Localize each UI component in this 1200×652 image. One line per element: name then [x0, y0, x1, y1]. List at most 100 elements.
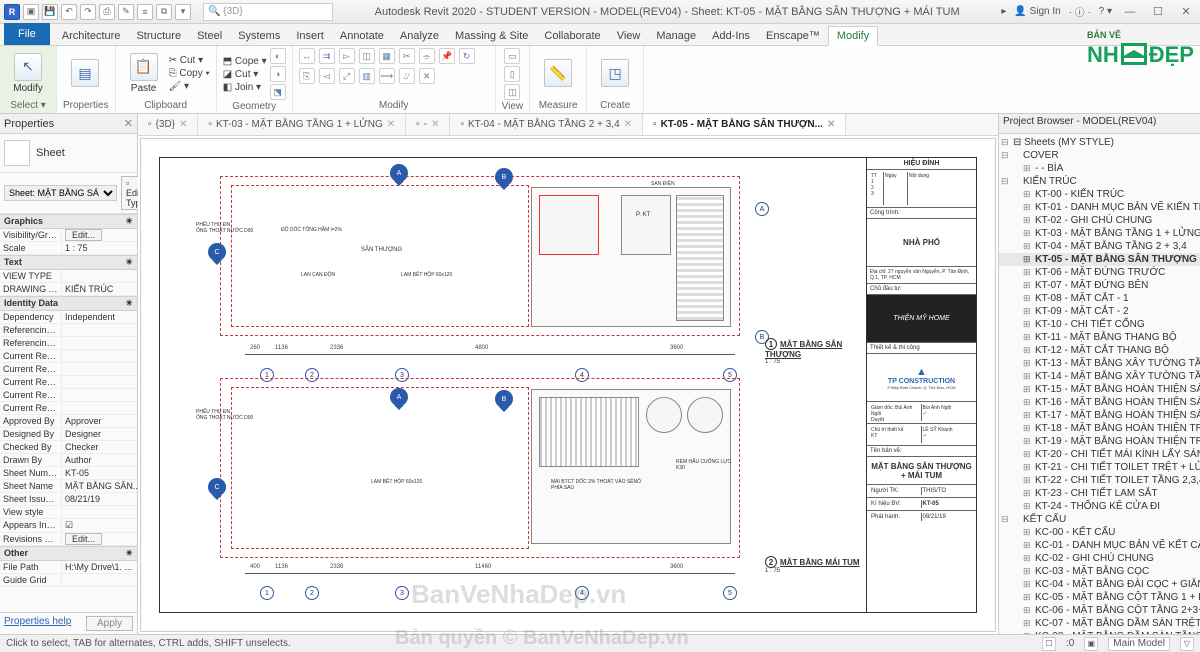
split2-icon[interactable]: ⌰ — [399, 68, 415, 84]
tree-root[interactable]: ⊟ Sheets (MY STYLE) — [999, 136, 1200, 149]
view-tab[interactable]: ▫{3D}✕ — [138, 114, 198, 135]
property-row[interactable]: Current Revisio... — [0, 363, 137, 376]
help-dropdown[interactable]: ? ▾ — [1099, 6, 1112, 17]
tree-sheet[interactable]: KT-24 - THỐNG KÊ CỬA ĐI — [999, 500, 1200, 513]
minimize-button[interactable]: — — [1120, 6, 1140, 18]
section-marker[interactable]: A — [390, 164, 408, 182]
tree-sheet[interactable]: KT-05 - MẶT BẰNG SÂN THƯỢNG + MÁI TUM — [999, 253, 1200, 266]
tree-sheet[interactable]: KT-23 - CHI TIẾT LAM SẮT — [999, 487, 1200, 500]
tree-sheet[interactable]: KC-04 - MẶT BẰNG ĐÀI CỌC + GIẰNG MÓNG — [999, 578, 1200, 591]
ribbon-tab-modify[interactable]: Modify — [828, 26, 878, 46]
array-icon[interactable]: ▦ — [379, 48, 395, 64]
property-row[interactable]: Designed ByDesigner — [0, 428, 137, 441]
join-button[interactable]: ◧ Join ▾ — [223, 82, 267, 93]
view-tab[interactable]: ▫KT-03 - MẶT BẰNG TẦNG 1 + LỬNG✕ — [198, 114, 406, 135]
copy-button[interactable]: ⎘ Copy ▾ — [169, 68, 210, 79]
tree-sheet[interactable]: KC-02 - GHI CHÚ CHUNG — [999, 552, 1200, 565]
revit-icon[interactable]: R — [4, 4, 20, 20]
mirror-icon[interactable]: ▻ — [339, 48, 355, 64]
ribbon-tab-analyze[interactable]: Analyze — [392, 27, 447, 45]
print-icon[interactable]: ⎙ — [99, 4, 115, 20]
redo-icon[interactable]: ↷ — [80, 4, 96, 20]
ribbon-tab-annotate[interactable]: Annotate — [332, 27, 392, 45]
property-row[interactable]: VIEW TYPE — [0, 270, 137, 283]
type-selector[interactable]: Sheet: MẶT BẰNG SÁ — [4, 185, 117, 201]
browser-tree[interactable]: ⊟ Sheets (MY STYLE)COVER- - BÌAKIẾN TRÚC… — [999, 134, 1200, 634]
property-row[interactable]: Appears In She...☑ — [0, 519, 137, 533]
tree-sheet[interactable]: KT-03 - MẶT BẰNG TẦNG 1 + LỬNG — [999, 227, 1200, 240]
offset-icon[interactable]: ◫ — [359, 48, 375, 64]
ribbon-tab-view[interactable]: View — [609, 27, 649, 45]
tree-sheet[interactable]: KT-17 - MẶT BẰNG HOÀN THIỆN SÀN TUM — [999, 409, 1200, 422]
ribbon-tab-collaborate[interactable]: Collaborate — [536, 27, 608, 45]
property-row[interactable]: Scale1 : 75 — [0, 242, 137, 255]
ribbon-tab-steel[interactable]: Steel — [189, 27, 230, 45]
property-row[interactable]: Sheet Issue Date08/21/19 — [0, 493, 137, 506]
scale-icon[interactable]: ⤢ — [339, 68, 355, 84]
property-row[interactable]: Referencing Sh... — [0, 324, 137, 337]
align-icon[interactable]: ⇉ — [319, 48, 335, 64]
view-tab[interactable]: ▫KT-04 - MẶT BẰNG TẦNG 2 + 3,4✕ — [450, 114, 643, 135]
tree-sheet[interactable]: KT-15 - MẶT BẰNG HOÀN THIỆN SÀN TRỆT + L — [999, 383, 1200, 396]
ribbon-tab-manage[interactable]: Manage — [648, 27, 704, 45]
extend-icon[interactable]: ⟶ — [379, 68, 395, 84]
maximize-button[interactable]: ☐ — [1148, 5, 1168, 18]
tree-sheet[interactable]: KT-16 - MẶT BẰNG HOÀN THIỆN SÀN TẦNG 2,3 — [999, 396, 1200, 409]
property-row[interactable]: DRAWING TYPEKIẾN TRÚC — [0, 283, 137, 296]
tree-group[interactable]: KIẾN TRÚC — [999, 175, 1200, 188]
tab-close-icon[interactable]: ✕ — [827, 119, 835, 130]
grid-bubble[interactable]: 3 — [395, 586, 409, 600]
grid-bubble[interactable]: 4 — [575, 586, 589, 600]
open-icon[interactable]: ▣ — [23, 4, 39, 20]
search-icon[interactable]: ▸ — [1001, 6, 1006, 17]
property-row[interactable]: Current Revisio... — [0, 350, 137, 363]
paste-icon[interactable]: 📋 — [130, 53, 158, 81]
view-tab[interactable]: ▫KT-05 - MẶT BẰNG SÂN THƯỢN...✕ — [643, 114, 846, 135]
tab-close-icon[interactable]: ✕ — [179, 119, 187, 130]
grid-bubble[interactable]: 2 — [305, 586, 319, 600]
save-icon[interactable]: 💾 — [42, 4, 58, 20]
sb-icon[interactable]: ☐ — [1042, 637, 1056, 651]
move-icon[interactable]: ↔ — [299, 48, 315, 64]
apply-button[interactable]: Apply — [86, 616, 133, 631]
close-icon[interactable]: ✕ — [124, 117, 133, 130]
help-icon[interactable]: ⋅ ⓘ ⋅ — [1069, 4, 1091, 19]
property-row[interactable]: Referencing D... — [0, 337, 137, 350]
tree-sheet[interactable]: KC-05 - MẶT BẰNG CỘT TẦNG 1 + LỬNG — [999, 591, 1200, 604]
pin-icon[interactable]: 📌 — [439, 48, 455, 64]
tree-sheet[interactable]: KT-09 - MẶT CẮT - 2 — [999, 305, 1200, 318]
grid-bubble[interactable]: A — [755, 202, 769, 216]
tree-sheet[interactable]: KC-06 - MẶT BẰNG CỘT TẦNG 2+3+4+SÂN TH — [999, 604, 1200, 617]
tree-sheet[interactable]: KT-20 - CHI TIẾT MÁI KÍNH LẤY SÁNG — [999, 448, 1200, 461]
properties-icon[interactable]: ▤ — [71, 59, 99, 87]
grid-bubble[interactable]: 5 — [723, 586, 737, 600]
property-row[interactable]: Approved ByApprover — [0, 415, 137, 428]
tree-sheet[interactable]: KT-10 - CHI TIẾT CỔNG — [999, 318, 1200, 331]
property-row[interactable]: Current Revisio... — [0, 376, 137, 389]
measure-icon[interactable]: 📏 — [544, 59, 572, 87]
section-marker[interactable]: B — [495, 168, 513, 186]
property-row[interactable]: File PathH:\My Drive\1. ... — [0, 561, 137, 574]
tree-sheet[interactable]: KT-22 - CHI TIẾT TOILET TẦNG 2,3,4 — [999, 474, 1200, 487]
file-tab[interactable]: File — [4, 23, 50, 45]
tab-close-icon[interactable]: ✕ — [387, 119, 395, 130]
undo-icon[interactable]: ↶ — [61, 4, 77, 20]
ribbon-tab-massingsite[interactable]: Massing & Site — [447, 27, 536, 45]
model-combo[interactable]: Main Model — [1108, 637, 1170, 651]
ribbon-tab-enscape[interactable]: Enscape™ — [758, 27, 828, 45]
property-row[interactable]: Sheet NameMẶT BẰNG SÂN... — [0, 480, 137, 493]
match-button[interactable]: 🖌 ▾ — [169, 81, 210, 92]
section-marker[interactable]: C — [208, 478, 226, 496]
tree-sheet[interactable]: KT-12 - MẶT CẮT THANG BỘ — [999, 344, 1200, 357]
qat-dropdown[interactable]: ▾ — [175, 4, 191, 20]
tree-group[interactable]: COVER — [999, 149, 1200, 162]
tree-sheet[interactable]: KT-04 - MẶT BẰNG TẦNG 2 + 3,4 — [999, 240, 1200, 253]
section-marker[interactable]: A — [390, 388, 408, 406]
tree-sheet[interactable]: KC-01 - DANH MỤC BẢN VẼ KẾT CẤU — [999, 539, 1200, 552]
close-button[interactable]: ✕ — [1176, 5, 1196, 18]
modify-icon[interactable]: ↖ — [14, 53, 42, 81]
tree-sheet[interactable]: KT-18 - MẶT BẰNG HOÀN THIỆN TRẦN TẦNG T — [999, 422, 1200, 435]
property-row[interactable]: Drawn ByAuthor — [0, 454, 137, 467]
view-tab[interactable]: ▫-✕ — [406, 114, 450, 135]
section-marker[interactable]: C — [208, 243, 226, 261]
